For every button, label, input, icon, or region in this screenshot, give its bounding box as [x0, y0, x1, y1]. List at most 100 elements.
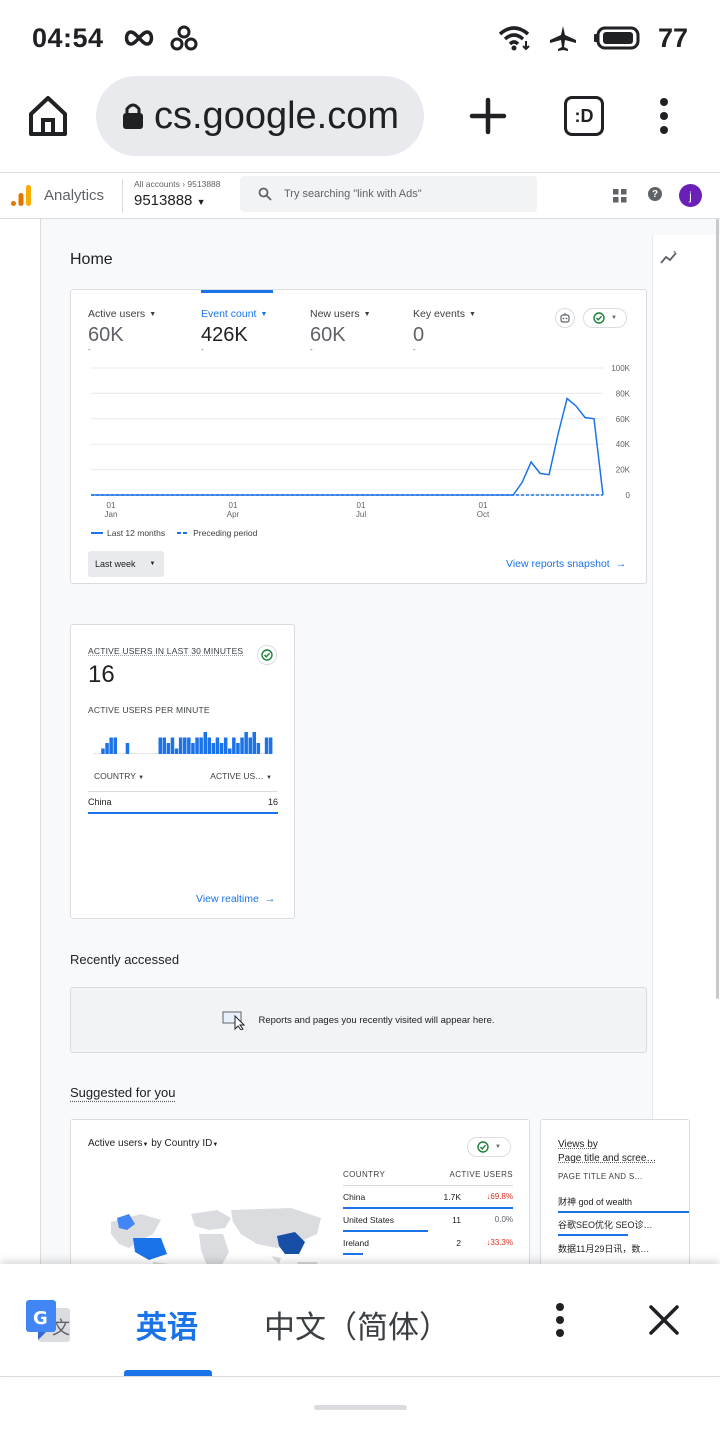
- overview-card: Active users ▼ 60K - Event count ▼ 426K - …: [70, 289, 647, 584]
- recently-accessed-title: Recently accessed: [70, 952, 180, 967]
- metric-new-users[interactable]: New users ▼ 60K -: [310, 308, 371, 354]
- minute-bar: [146, 753, 150, 754]
- metric-label-text: Active users: [88, 308, 146, 320]
- view-reports-snapshot-link[interactable]: View reports snapshot →: [506, 558, 626, 570]
- per-minute-bars: [93, 732, 273, 754]
- minute-bar: [223, 737, 228, 754]
- metric-label-text: New users: [310, 308, 360, 320]
- realtime-title: ACTIVE USERS IN LAST 30 MINUTES: [88, 646, 244, 656]
- status-left-icons: [122, 25, 198, 51]
- minute-bar: [256, 743, 261, 754]
- row-change-value: 33.3%: [490, 1238, 513, 1247]
- country-table: COUNTRY ACTIVE USERS China 1.7K ↓69.8% Un…: [343, 1170, 513, 1255]
- col-country[interactable]: COUNTRY ▼: [94, 771, 144, 781]
- metric-label: Event count ▼: [201, 308, 267, 320]
- translate-menu-icon[interactable]: [552, 1302, 568, 1338]
- help-icon[interactable]: ?: [648, 187, 662, 201]
- view-realtime-link[interactable]: View realtime →: [196, 893, 275, 905]
- y-tick-label: 60K: [616, 415, 631, 424]
- avatar[interactable]: j: [679, 184, 702, 207]
- minute-bar: [113, 737, 117, 754]
- card-title-line2: Page title and scree…: [558, 1153, 657, 1164]
- bottom-divider: [0, 1376, 720, 1377]
- row-value: 1.7K: [443, 1192, 462, 1202]
- metric-key-events[interactable]: Key events ▼ 0 -: [413, 308, 476, 354]
- minute-bar: [93, 753, 97, 754]
- caret-down-icon: ▼: [196, 197, 206, 207]
- link-nodes-icon: [170, 25, 198, 51]
- minute-bar: [252, 732, 256, 754]
- source-language-tab[interactable]: 英语: [136, 1302, 198, 1347]
- browser-toolbar: cs.google.com :D: [0, 76, 720, 172]
- check-circle-icon[interactable]: [257, 645, 277, 665]
- row-country: United States: [343, 1215, 395, 1225]
- gesture-handle[interactable]: [314, 1405, 407, 1410]
- metric-event-count[interactable]: Event count ▼ 426K -: [201, 308, 267, 354]
- scrollbar-thumb[interactable]: [716, 219, 719, 999]
- apps-grid-icon[interactable]: [613, 189, 627, 203]
- col-active-label: ACTIVE US…: [210, 771, 264, 781]
- dimension-picker-label: by Country ID: [151, 1138, 213, 1149]
- url-bar[interactable]: cs.google.com: [96, 76, 424, 156]
- insights-icon[interactable]: [660, 251, 678, 265]
- legend-label: Preceding period: [193, 528, 258, 538]
- per-minute-label: ACTIVE USERS PER MINUTE: [88, 705, 210, 715]
- minute-bar: [142, 753, 146, 754]
- col-active-users[interactable]: ACTIVE US… ▼: [210, 771, 272, 781]
- search-icon: [258, 187, 272, 201]
- card-actions: ▼: [555, 308, 627, 328]
- arrow-right-icon: →: [264, 893, 276, 905]
- home-icon[interactable]: [26, 94, 70, 138]
- account-breadcrumb[interactable]: All accounts › 9513888: [134, 179, 221, 189]
- table-row: 谷歌SEO优化 SEO诊… 4.: [558, 1218, 689, 1231]
- account-picker[interactable]: 9513888 ▼: [134, 192, 206, 209]
- data-quality-status[interactable]: ▼: [583, 308, 627, 328]
- col-country-label: COUNTRY: [94, 771, 136, 781]
- y-tick-label: 80K: [616, 389, 631, 398]
- row-change: ↓69.8%: [475, 1192, 513, 1202]
- minute-bar: [228, 748, 232, 754]
- close-icon[interactable]: [648, 1304, 680, 1336]
- breadcrumb-account: 9513888: [187, 179, 221, 189]
- tab-switcher-button[interactable]: :D: [564, 96, 604, 136]
- minute-bar: [219, 743, 224, 754]
- x-tick-month: Apr: [227, 510, 240, 519]
- realtime-card: ACTIVE USERS IN LAST 30 MINUTES 16 ACTIV…: [70, 624, 295, 919]
- minute-bar: [129, 753, 134, 754]
- new-tab-icon[interactable]: [466, 94, 510, 138]
- cursor-click-icon: [222, 1011, 246, 1030]
- caret-down-icon: ▼: [611, 315, 617, 321]
- dimension-picker[interactable]: by Country ID▼: [151, 1138, 218, 1149]
- table-row: 财神 god of wealth 9.: [558, 1195, 689, 1208]
- legend-label: Last 12 months: [107, 528, 166, 538]
- translate-bar: 文 G 英语 中文（简体）: [0, 1264, 720, 1376]
- date-range-button[interactable]: Last week ▼: [88, 551, 164, 577]
- minute-bar: [154, 753, 158, 754]
- metric-picker[interactable]: Active users▼: [88, 1138, 148, 1149]
- minute-bar: [158, 737, 162, 754]
- metric-label: New users ▼: [310, 308, 371, 320]
- metric-picker-label: Active users: [88, 1138, 143, 1149]
- search-box[interactable]: Try searching "link with Ads": [240, 176, 537, 212]
- row-values: 2 ↓33.3%: [456, 1238, 513, 1248]
- analytics-logo-icon[interactable]: [10, 185, 32, 207]
- world-map: [111, 1208, 321, 1264]
- minute-bar: [191, 743, 195, 754]
- browser-menu-icon[interactable]: [652, 96, 676, 136]
- caret-down-icon: ▼: [363, 310, 371, 318]
- row-change: ↓33.3%: [475, 1238, 513, 1248]
- metric-active-users[interactable]: Active users ▼ 60K -: [88, 308, 156, 354]
- series-line-current: [91, 397, 604, 496]
- row-values: 1.7K ↓69.8%: [444, 1192, 514, 1202]
- x-tick-month: Oct: [477, 510, 490, 519]
- data-quality-status[interactable]: ▼: [467, 1137, 511, 1157]
- status-time: 04:54: [32, 22, 104, 53]
- caret-down-icon: ▼: [495, 1144, 501, 1150]
- caret-down-icon: ▼: [149, 561, 156, 567]
- target-language-tab[interactable]: 中文（简体）: [264, 1302, 450, 1347]
- insights-badge-icon[interactable]: [555, 308, 575, 328]
- y-tick-label: 0: [626, 491, 631, 500]
- right-rail: [652, 235, 720, 1264]
- card-title: Views by Page title and scree…: [558, 1138, 656, 1166]
- minute-bar: [133, 753, 138, 754]
